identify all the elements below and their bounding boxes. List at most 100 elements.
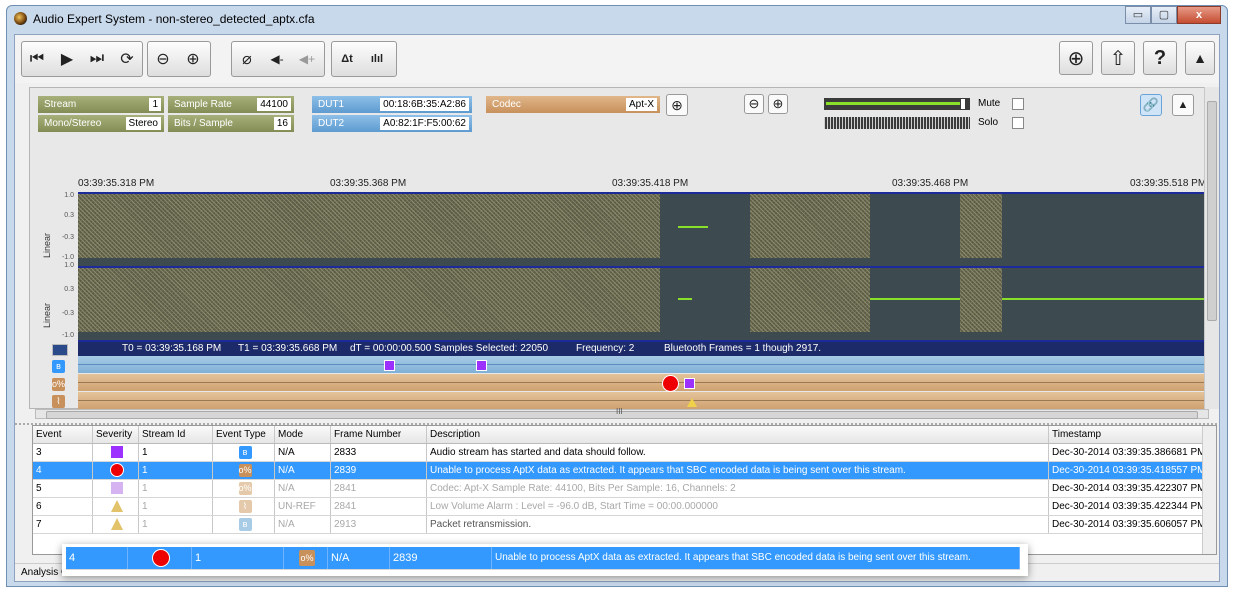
codec-icon: o% <box>299 550 315 567</box>
collapse-button[interactable]: ▲ <box>1185 41 1215 75</box>
header-frame-number[interactable]: Frame Number <box>331 426 427 443</box>
severity-warning-icon <box>111 518 123 531</box>
target-button[interactable]: ⊕ <box>1059 41 1093 75</box>
severity-info-icon <box>111 446 123 459</box>
bluetooth-track-icon: ʙ <box>52 360 65 373</box>
maximize-button[interactable]: ▢ <box>1151 6 1177 24</box>
track-toggle-icon[interactable] <box>52 344 68 356</box>
cell-description: Low Volume Alarm : Level = -96.0 dB, Sta… <box>427 498 1049 515</box>
header-event[interactable]: Event <box>33 426 93 443</box>
cell-frame: 2841 <box>331 480 427 497</box>
minimize-button[interactable]: ▭ <box>1125 6 1151 24</box>
ytick-bottom-1: 1.0 <box>64 262 74 269</box>
bluetooth-event-track[interactable] <box>78 356 1208 373</box>
mute-icon[interactable]: ⌀ <box>232 42 262 76</box>
dut2-value: A0:82:1F:F5:00:62 <box>380 117 469 130</box>
codec-event-track[interactable] <box>78 374 1208 392</box>
client-area: ⏮ ▶ ⏭ ⟳ ⊖ ⊕ ⌀ ◀- ◀+ Δt ılıl ⊕ ⇧ ? ▲ Stre… <box>14 34 1220 582</box>
wave-ch1-seg2 <box>750 194 870 258</box>
eq-delta-icon[interactable]: Δt <box>332 42 362 76</box>
header-mode[interactable]: Mode <box>275 426 331 443</box>
analysis-panel: Stream 1 Mono/Stereo Stereo Sample Rate 441… <box>29 87 1211 409</box>
cell-timestamp: Dec-30-2014 03:39:35.422344 PM <box>1049 498 1213 515</box>
zoom-in-icon[interactable]: ⊕ <box>178 42 208 76</box>
header-description[interactable]: Description <box>427 426 1049 443</box>
zoom-group: ⊖ ⊕ <box>147 41 211 77</box>
loop-button[interactable]: ⟳ <box>112 42 142 76</box>
eq-bars-icon[interactable]: ılıl <box>362 42 392 76</box>
audio-warning-marker[interactable] <box>687 398 697 407</box>
info-t0: T0 = 03:39:35.168 PM <box>122 343 222 354</box>
window-title: Audio Expert System - non-stereo_detecte… <box>33 12 315 26</box>
stream-tag: Stream 1 <box>38 96 164 113</box>
time-label-5: 03:39:35.518 PM <box>1130 178 1207 189</box>
waveform-view[interactable] <box>78 192 1208 342</box>
bits-sample-label: Bits / Sample <box>174 118 233 129</box>
cell-timestamp: Dec-30-2014 03:39:35.606057 PM <box>1049 516 1213 533</box>
audio-event-track[interactable] <box>78 392 1208 409</box>
close-button[interactable]: x <box>1177 6 1221 24</box>
codec-icon: o% <box>238 463 252 477</box>
callout-description: Unable to process AptX data as extracted… <box>492 547 1020 569</box>
ytick-top-3: -0.3 <box>61 234 74 241</box>
zoom-out-icon[interactable]: ⊖ <box>148 42 178 76</box>
time-label-3: 03:39:35.418 PM <box>612 178 689 189</box>
mute-checkbox[interactable] <box>1012 98 1024 110</box>
ylabel-bottom: Linear <box>42 302 52 328</box>
panel-collapse-button[interactable]: ▲ <box>1172 94 1194 116</box>
header-severity[interactable]: Severity <box>93 426 139 443</box>
level-meter-top <box>824 98 970 110</box>
table-row[interactable]: 3 1 ʙ N/A 2833 Audio stream has started … <box>33 444 1213 462</box>
bt-event-marker[interactable] <box>384 360 395 371</box>
skip-back-button[interactable]: ⏮ <box>22 42 52 76</box>
ytick-bottom-2: 0.3 <box>64 286 74 293</box>
ytick-top-2: 0.3 <box>64 212 74 219</box>
ytick-top-4: -1.0 <box>61 254 74 261</box>
table-row[interactable]: 7 1 ʙ N/A 2913 Packet retransmission. De… <box>33 516 1213 534</box>
panel-zoom-out-icon[interactable]: ⊖ <box>744 94 764 114</box>
table-row-selected[interactable]: 4 1 o% N/A 2839 Unable to process AptX d… <box>33 462 1213 480</box>
codec-target-button[interactable]: ⊕ <box>666 94 688 116</box>
volume-up-icon[interactable]: ◀+ <box>292 42 322 76</box>
bt-event-marker[interactable] <box>476 360 487 371</box>
callout-mode: N/A <box>328 547 390 569</box>
solo-checkbox[interactable] <box>1012 117 1024 129</box>
grid-vertical-scrollbar[interactable] <box>1202 426 1216 554</box>
header-stream-id[interactable]: Stream Id <box>139 426 213 443</box>
audio-track-icon: ⌇ <box>52 395 65 408</box>
level-meter-peak <box>961 99 965 109</box>
table-row[interactable]: 5 1 o% N/A 2841 Codec: Apt-X Sample Rate… <box>33 480 1213 498</box>
selected-row-callout: 4 1 o% N/A 2839 Unable to process AptX d… <box>62 544 1028 576</box>
info-dt: dT = 00:00:00.500 Samples Selected: 2205… <box>350 343 549 354</box>
codec-error-marker[interactable] <box>662 375 679 392</box>
time-label-4: 03:39:35.468 PM <box>892 178 969 189</box>
export-button[interactable]: ⇧ <box>1101 41 1135 75</box>
codec-info-marker[interactable] <box>684 378 695 389</box>
horizontal-scrollbar[interactable]: III <box>35 407 1209 419</box>
help-button[interactable]: ? <box>1143 41 1177 75</box>
ytick-bottom-3: -0.3 <box>61 310 74 317</box>
volume-down-icon[interactable]: ◀- <box>262 42 292 76</box>
cell-timestamp: Dec-30-2014 03:39:35.386681 PM <box>1049 444 1213 461</box>
wave-ch2-seg2 <box>750 268 870 332</box>
skip-forward-button[interactable]: ⏭ <box>82 42 112 76</box>
level-meter-fill <box>826 102 960 105</box>
header-event-type[interactable]: Event Type <box>213 426 275 443</box>
events-grid: Event Severity Stream Id Event Type Mode… <box>32 425 1217 555</box>
dut2-label: DUT2 <box>318 118 345 129</box>
play-button[interactable]: ▶ <box>52 42 82 76</box>
panel-zoom-in-icon[interactable]: ⊕ <box>768 94 788 114</box>
solo-label: Solo <box>978 117 999 128</box>
sample-rate-value: 44100 <box>257 98 291 111</box>
panel-vertical-scrollbar[interactable] <box>1204 87 1219 409</box>
codec-icon: o% <box>238 481 252 495</box>
severity-error-icon <box>110 463 124 478</box>
severity-cell <box>93 480 139 497</box>
header-timestamp[interactable]: Timestamp <box>1049 426 1213 443</box>
cell-mode: N/A <box>275 516 331 533</box>
link-icon[interactable]: 🔗 <box>1140 94 1162 116</box>
panel-vertical-thumb[interactable] <box>1207 101 1217 321</box>
transport-group: ⏮ ▶ ⏭ ⟳ <box>21 41 143 77</box>
table-row[interactable]: 6 1 ⌇ UN-REF 2841 Low Volume Alarm : Lev… <box>33 498 1213 516</box>
callout-row[interactable]: 4 1 o% N/A 2839 Unable to process AptX d… <box>66 547 1020 570</box>
